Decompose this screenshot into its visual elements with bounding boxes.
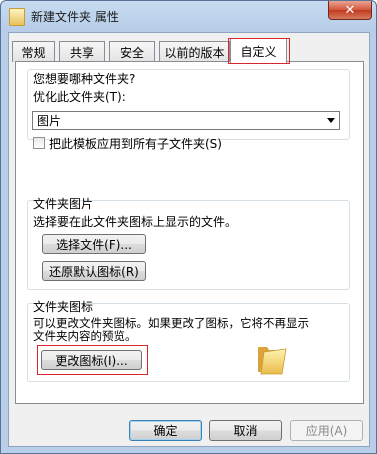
folder-picture-description: 选择要在此文件夹图标上显示的文件。 bbox=[33, 215, 238, 229]
apply-subfolders-label[interactable]: 把此模板应用到所有子文件夹(S) bbox=[49, 135, 222, 152]
optimize-selected-value: 图片 bbox=[37, 114, 62, 128]
ok-button[interactable]: 确定 bbox=[129, 420, 202, 441]
choose-file-button[interactable]: 选择文件(F)... bbox=[42, 234, 146, 254]
tab-previous-versions[interactable]: 以前的版本 bbox=[159, 41, 230, 62]
restore-default-button[interactable]: 还原默认图标(R) bbox=[42, 261, 146, 281]
folder-icon-heading: 文件夹图标 bbox=[33, 300, 94, 314]
tab-sharing[interactable]: 共享 bbox=[59, 41, 105, 62]
tab-security[interactable]: 安全 bbox=[109, 41, 155, 62]
optimize-dropdown[interactable]: 图片 bbox=[32, 111, 340, 130]
title-bar[interactable]: 新建文件夹 属性 ✕ bbox=[1, 1, 376, 31]
apply-button[interactable]: 应用(A) bbox=[290, 420, 363, 441]
folder-title-icon bbox=[9, 8, 25, 26]
folder-icon-description-line2: 文件夹内容的预览。 bbox=[33, 329, 137, 343]
folder-picture-heading: 文件夹图片 bbox=[33, 197, 94, 211]
tab-customize[interactable]: 自定义 bbox=[230, 38, 287, 63]
customize-panel: 您想要哪种文件夹? 优化此文件夹(T): 图片 把此模板应用到所有子文件夹(S)… bbox=[15, 61, 364, 404]
chevron-down-icon bbox=[327, 118, 335, 123]
change-icon-highlight bbox=[37, 345, 148, 375]
dialog-client: 常规 共享 安全 以前的版本 自定义 您想要哪种文件夹? 优化此文件夹(T): … bbox=[8, 32, 370, 447]
tab-general[interactable]: 常规 bbox=[12, 41, 55, 62]
optimize-label: 优化此文件夹(T): bbox=[33, 90, 126, 104]
properties-window: 新建文件夹 属性 ✕ 常规 共享 安全 以前的版本 自定义 您想要哪种文件夹? … bbox=[0, 0, 377, 454]
close-button[interactable]: ✕ bbox=[328, 1, 372, 20]
cancel-button[interactable]: 取消 bbox=[209, 420, 282, 441]
window-title: 新建文件夹 属性 bbox=[31, 10, 119, 24]
tab-strip: 常规 共享 安全 以前的版本 自定义 bbox=[9, 38, 369, 64]
close-icon: ✕ bbox=[344, 2, 356, 18]
folder-icon bbox=[258, 347, 287, 375]
folder-type-heading: 您想要哪种文件夹? bbox=[33, 72, 136, 86]
apply-subfolders-checkbox[interactable] bbox=[33, 137, 45, 149]
